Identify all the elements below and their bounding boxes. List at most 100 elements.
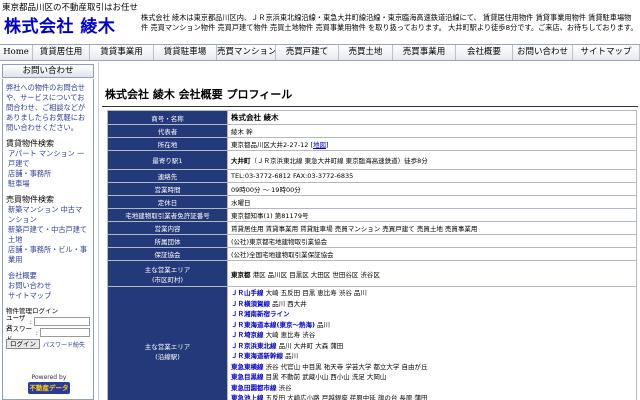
username-input[interactable] [34, 317, 90, 326]
title-divider [102, 106, 638, 107]
rental-link-parking[interactable]: 駐車場 [3, 179, 93, 189]
profile-label: 連絡先 [107, 169, 228, 183]
sidebar: お問い合わせ 弊社への物件のお問合せや、サービスについてお問合わせ、ご相談などが… [0, 62, 96, 400]
sale-link-land[interactable]: 土地 [3, 235, 93, 245]
profile-label: 宅地建物取引業者免許証番号 [107, 208, 228, 222]
profile-row: 営業時間 09時00分 ～ 19時00分 [107, 182, 637, 196]
nav-item-0[interactable]: Home [0, 45, 33, 60]
profile-value: 大井町（ＪＲ京浜東北線 東急大井町線 東京臨海高速鉄道）徒歩8分 [227, 150, 637, 170]
powered-by-logo[interactable]: 不動産データ [28, 382, 70, 394]
sale-link-house[interactable]: 新築戸建て・中古戸建て [3, 225, 93, 235]
profile-value: (公社)東京都宅地建物取引業協会 [227, 234, 637, 248]
railway-line-name[interactable]: 東急目黒線 [231, 373, 264, 381]
profile-label: 代表者 [107, 124, 228, 138]
forgot-password-link[interactable]: パスワード紛失 [43, 340, 85, 349]
profile-value-text: (公社)全国宅地建物取引業保証協会 [231, 251, 334, 259]
sidebar-contact-title[interactable]: お問い合わせ [2, 64, 94, 78]
railway-line-name[interactable]: 東急池上線 [231, 394, 264, 400]
profile-label: 所属団体 [107, 234, 228, 248]
password-input[interactable] [40, 328, 90, 337]
railway-stations: 渋谷 [278, 383, 292, 392]
area-line-item: 東急田園都市線 渋谷 [231, 383, 633, 394]
site-logo[interactable]: 株式会社 綾木 [4, 12, 115, 37]
sidebar-link-company[interactable]: 会社概要 [3, 271, 93, 281]
profile-value: 東京都品川区大井2-27-12 [地図] [227, 137, 637, 151]
railway-line-name[interactable]: ＪＲ横須賀線 [231, 300, 270, 308]
railway-stations: 品川 西大井 [272, 299, 307, 308]
railway-line-name[interactable]: ＪＲ湘南新宿ライン [231, 310, 290, 318]
nav-item-3[interactable]: 賃貸駐車場 [154, 45, 217, 60]
nav-item-7[interactable]: 売買事業用 [393, 45, 456, 60]
profile-value: 水曜日 [227, 195, 637, 209]
railway-stations: 大崎 五反田 目黒 恵比寿 渋谷 品川 [265, 289, 367, 297]
profile-row: 連絡先 TEL:03-3772-6812 FAX:03-3772-6835 [107, 169, 637, 183]
railway-stations: 大崎 恵比寿 渋谷 [265, 331, 316, 339]
profile-value: 株式会社 綾木 [227, 110, 637, 125]
profile-value: (公社)全国宅地建物取引業保証協会 [227, 247, 637, 261]
profile-label: 最寄り駅1 [107, 150, 228, 170]
profile-value-text: 東京都品川区大井2-27-12 [231, 141, 309, 149]
area-lines-cell: ＪＲ山手線 大崎 五反田 目黒 恵比寿 渋谷 品川 ＪＲ横須賀線 品川 西大井 ＪＲ… [227, 286, 637, 400]
profile-value: 東京都知事(1) 第81179号 [227, 208, 637, 222]
nav-item-8[interactable]: 会社概要 [456, 45, 513, 60]
company-intro-text: 株式会社 綾木は東京都品川区内、ＪＲ京浜東北線沿線・東急大井町線沿線・東京臨海高… [141, 13, 638, 32]
nav-item-1[interactable]: 賃貸居住用 [33, 45, 90, 60]
nav-item-2[interactable]: 賃貸事業用 [90, 45, 154, 60]
profile-label: 所在地 [107, 137, 228, 151]
nav-item-10[interactable]: サイトマップ [573, 45, 640, 60]
map-link[interactable]: 地図 [313, 141, 326, 149]
profile-value: 09時00分 ～ 19時00分 [227, 182, 637, 196]
profile-row: 営業内容 賃貸居住用 賃貸事業用 賃貸駐車場 売買マンション 売買戸建て 売買土地… [107, 221, 637, 235]
profile-row: 最寄り駅1 大井町（ＪＲ京浜東北線 東急大井町線 東京臨海高速鉄道）徒歩8分 [107, 150, 637, 170]
area-line-item: 東急目黒線 目黒 不動前 武蔵小山 西小山 洗足 大岡山 [231, 372, 633, 383]
railway-line-name[interactable]: ＪＲ山手線 [231, 289, 264, 297]
area-line-item: ＪＲ湘南新宿ライン [231, 309, 633, 320]
nav-item-4[interactable]: 売買マンション [217, 45, 276, 60]
profile-label: 営業内容 [107, 221, 228, 235]
profile-value: TEL:03-3772-6812 FAX:03-3772-6835 [227, 169, 637, 183]
profile-label: 商号・名称 [107, 110, 228, 125]
railway-stations: 品川 大井町 大森 蒲田 [278, 341, 344, 350]
profile-label: 定休日 [107, 195, 228, 209]
sale-link-business[interactable]: 店舗・事務所・ビル・事業用 [3, 245, 93, 265]
profile-label: 主な営業エリア (沿線駅) [107, 286, 228, 400]
railway-line-name[interactable]: 東急東横線 [231, 363, 264, 371]
login-pass-row: パスワード: [3, 325, 93, 343]
nav-item-5[interactable]: 売買戸建て [276, 45, 339, 60]
profile-value-text: 株式会社 綾木 [231, 113, 279, 122]
station-name: 大井町 [231, 157, 251, 165]
railway-line-name[interactable]: ＪＲ京浜東北線 [231, 342, 277, 350]
area-line-item: ＪＲ東海道新幹線 品川 [231, 351, 633, 362]
sale-link-mansion[interactable]: 新築マンション 中古マンション [3, 205, 93, 225]
railway-stations: 五反田 大崎広小路 戸越銀座 荏原中延 旗の台 長原 蒲田 [265, 394, 428, 400]
railway-line-name[interactable]: 東急田園都市線 [231, 384, 277, 392]
profile-value-text: TEL:03-3772-6812 FAX:03-3772-6835 [231, 172, 354, 180]
railway-line-name[interactable]: ＪＲ東海道本線(東京～熱海) [231, 321, 315, 329]
login-button[interactable]: ログイン [6, 339, 40, 349]
rental-link-residential[interactable]: アパート マンション 一戸建て [3, 149, 93, 169]
sidebar-link-sitemap[interactable]: サイトマップ [3, 291, 93, 301]
profile-value-text: 水曜日 [231, 199, 251, 207]
rental-search-heading: 賃貸物件検索 [6, 139, 54, 148]
sale-search-heading: 売買物件検索 [6, 195, 54, 204]
area-line-item: ＪＲ埼京線 大崎 恵比寿 渋谷 [231, 330, 633, 341]
company-profile-table: 商号・名称 株式会社 綾木 代表者 綾木 幹所在地 東京都品川区大井2-27-12 [地… [107, 110, 637, 400]
area-line-item: 東急池上線 五反田 大崎広小路 戸越銀座 荏原中延 旗の台 長原 蒲田 [231, 393, 633, 400]
login-actions: ログイン パスワード紛失 [3, 339, 93, 349]
railway-stations: 目黒 不動前 武蔵小山 西小山 洗足 大岡山 [265, 373, 387, 381]
profile-row-lines: 主な営業エリア (沿線駅) ＪＲ山手線 大崎 五反田 目黒 恵比寿 渋谷 品川 ＪＲ… [107, 286, 637, 400]
sidebar-intro-link[interactable]: 弊社への物件のお問合せや、サービスについてお問合わせ、ご相談などがありましたらお… [3, 83, 93, 133]
railway-line-name[interactable]: ＪＲ東海道新幹線 [231, 352, 283, 360]
area-line-item: ＪＲ東海道本線(東京～熱海) 品川 [231, 320, 633, 331]
railway-line-name[interactable]: ＪＲ埼京線 [231, 331, 264, 339]
sidebar-link-contact[interactable]: お問い合わせ [3, 281, 93, 291]
rental-link-office[interactable]: 店舗・事務所 [3, 169, 93, 179]
profile-row: 商号・名称 株式会社 綾木 [107, 110, 637, 125]
nav-item-6[interactable]: 売買土地 [339, 45, 393, 60]
area-line-item: ＪＲ山手線 大崎 五反田 目黒 恵比寿 渋谷 品川 [231, 288, 633, 299]
railway-stations: 品川 [285, 352, 299, 360]
prefecture-name: 東京都 [231, 270, 251, 279]
nav-item-9[interactable]: お問い合わせ [513, 45, 573, 60]
profile-row: 所在地 東京都品川区大井2-27-12 [地図] [107, 137, 637, 151]
area-line-item: ＪＲ京浜東北線 品川 大井町 大森 蒲田 [231, 341, 633, 352]
